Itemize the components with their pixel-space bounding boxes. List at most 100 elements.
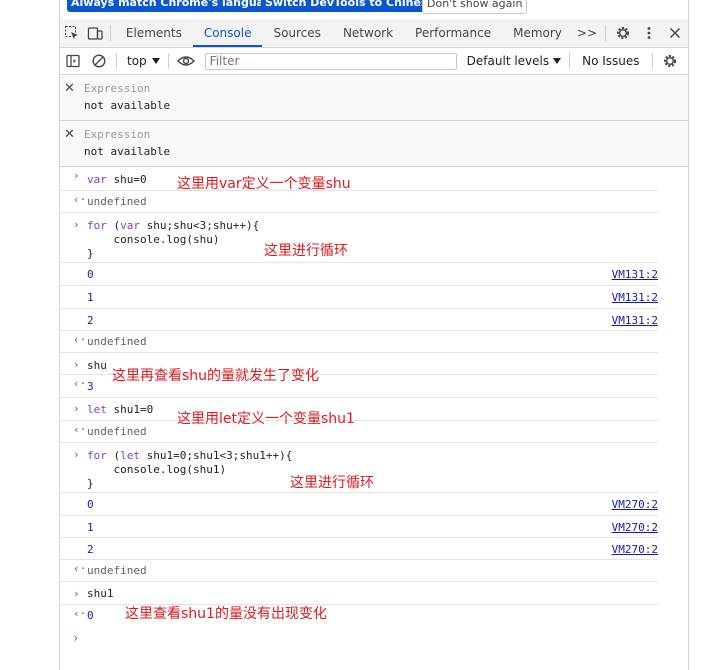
result-chevron-icon: ‹· — [73, 333, 87, 346]
filter-input[interactable] — [204, 52, 457, 70]
page-left-margin — [0, 0, 60, 670]
remove-expression-close-icon[interactable]: ✕ — [64, 81, 75, 96]
log-levels-dropdown[interactable]: Default levels — [466, 54, 562, 68]
console-log-message: 2 VM131:2 — [60, 309, 658, 331]
source-link[interactable]: VM270:2 — [612, 521, 658, 534]
input-chevron-icon: › — [73, 448, 80, 461]
annotation-var-define: 这里用var定义一个变量shu — [177, 176, 351, 192]
input-chevron-icon: › — [73, 587, 80, 600]
log-levels-label: Default levels — [466, 54, 550, 68]
input-chevron-icon: › — [73, 218, 80, 231]
result-value: 0 — [87, 609, 94, 622]
console-log-message: 2 VM270:2 — [60, 538, 658, 560]
dropdown-arrow-icon — [151, 58, 160, 64]
result-value: undefined — [87, 425, 147, 438]
dropdown-arrow-icon — [553, 58, 562, 64]
console-log-message: 1 VM131:2 — [60, 286, 658, 309]
expression-label[interactable]: Expression — [84, 128, 150, 141]
expression-value: not available — [84, 145, 171, 158]
source-link[interactable]: VM270:2 — [612, 543, 658, 556]
input-chevron-icon: › — [73, 358, 80, 371]
input-code[interactable]: for (let shu1=0;shu1<3;shu1++){ console.… — [87, 449, 292, 491]
remove-expression-close-icon[interactable]: ✕ — [64, 127, 75, 142]
annotation-shu-changed: 这里再查看shu的量就发生了变化 — [112, 368, 320, 384]
result-value: undefined — [87, 335, 147, 348]
log-value: 0 — [87, 498, 94, 511]
console-input-message: › for (var shu;shu<3;shu++){ console.log… — [60, 213, 658, 263]
tab-elements[interactable]: Elements — [115, 19, 193, 47]
context-selector[interactable]: top — [127, 54, 160, 68]
tab-performance[interactable]: Performance — [404, 19, 502, 47]
console-log-message: 0 VM270:2 — [60, 493, 658, 516]
expression-value: not available — [84, 99, 171, 112]
console-prompt-icon[interactable]: › — [72, 631, 79, 645]
tab-console[interactable]: Console — [192, 19, 263, 47]
input-code[interactable]: shu — [87, 359, 107, 373]
toolbar-divider — [605, 25, 607, 41]
live-expression-eye-icon[interactable] — [173, 48, 199, 74]
issues-counter[interactable]: No Issues — [582, 54, 639, 68]
result-chevron-icon: ‹· — [73, 562, 87, 575]
tab-sources[interactable]: Sources — [262, 19, 331, 47]
annotation-loop: 这里进行循环 — [264, 243, 348, 259]
console-result-message: ‹· undefined — [60, 191, 658, 213]
more-options-icon[interactable] — [636, 20, 662, 46]
switch-chinese-button[interactable]: Switch DevTools to Chinese — [261, 0, 439, 12]
expression-label[interactable]: Expression — [84, 82, 150, 95]
tab-memory[interactable]: Memory — [502, 19, 573, 47]
annotation-loop: 这里进行循环 — [290, 475, 374, 491]
console-input-message: › let shu1=0 — [60, 398, 658, 421]
result-chevron-icon: ‹· — [73, 193, 87, 206]
language-banner: Always match Chrome's language Switch De… — [60, 0, 688, 14]
input-chevron-icon: › — [73, 169, 80, 182]
console-input-message: › var shu=0 — [60, 167, 658, 191]
more-tabs-button[interactable]: >> — [573, 19, 601, 47]
toolbar-divider — [651, 53, 653, 69]
log-value: 1 — [87, 291, 94, 304]
annotation-shu1-unchanged: 这里查看shu1的量没有出现变化 — [125, 606, 327, 622]
toolbar-divider — [569, 53, 571, 69]
match-language-button[interactable]: Always match Chrome's language — [67, 0, 284, 12]
result-chevron-icon: ‹· — [73, 377, 87, 390]
inspect-element-icon[interactable] — [60, 20, 83, 46]
source-link[interactable]: VM131:2 — [612, 268, 658, 281]
result-chevron-icon: ‹· — [73, 607, 87, 620]
page-right-margin — [689, 0, 701, 670]
live-expression: ✕ Expression not available — [60, 75, 688, 121]
dont-show-again-button[interactable]: Don't show again — [422, 0, 528, 14]
clear-console-icon[interactable] — [86, 48, 112, 74]
live-expression: ✕ Expression not available — [60, 121, 688, 167]
input-code[interactable]: var shu=0 — [87, 173, 147, 187]
log-value: 2 — [87, 314, 94, 327]
result-chevron-icon: ‹· — [73, 423, 87, 436]
annotation-let-define: 这里用let定义一个变量shu1 — [177, 411, 355, 427]
console-input-message: › shu1 — [60, 582, 658, 605]
input-code[interactable]: for (var shu;shu<3;shu++){ console.log(s… — [87, 219, 259, 261]
console-log-message: 1 VM270:2 — [60, 516, 658, 538]
result-value: undefined — [87, 564, 147, 577]
source-link[interactable]: VM131:2 — [612, 291, 658, 304]
tab-network[interactable]: Network — [332, 19, 404, 47]
context-selector-value: top — [127, 54, 147, 68]
panel-right-border — [688, 0, 689, 670]
close-devtools-icon[interactable] — [662, 20, 688, 46]
result-value: 3 — [87, 380, 94, 393]
log-value: 2 — [87, 543, 94, 556]
input-chevron-icon: › — [73, 402, 80, 415]
input-code[interactable]: shu1 — [87, 587, 114, 601]
console-result-message: ‹· undefined — [60, 421, 658, 443]
device-toolbar-icon[interactable] — [83, 20, 106, 46]
console-settings-gear-icon[interactable] — [657, 48, 683, 74]
console-log-message: 0 VM131:2 — [60, 263, 658, 286]
log-value: 1 — [87, 521, 94, 534]
toolbar-divider — [167, 53, 169, 69]
input-code[interactable]: let shu1=0 — [87, 403, 153, 417]
sidebar-toggle-icon[interactable] — [60, 48, 86, 74]
settings-gear-icon[interactable] — [610, 20, 636, 46]
log-value: 0 — [87, 268, 94, 281]
console-toolbar: top Default levels No Issues — [60, 48, 688, 75]
source-link[interactable]: VM131:2 — [612, 314, 658, 327]
source-link[interactable]: VM270:2 — [612, 498, 658, 511]
toolbar-divider — [110, 25, 111, 41]
console-result-message: ‹· undefined — [60, 560, 658, 582]
